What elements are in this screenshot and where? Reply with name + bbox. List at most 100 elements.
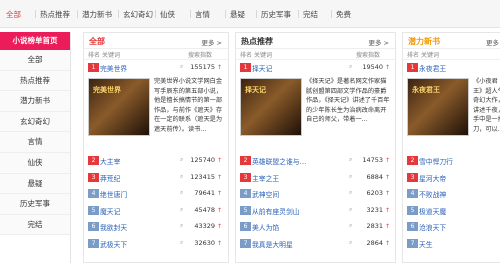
search-icon[interactable]: ⌕ [349, 206, 352, 214]
search-count: 79641 ↑ [188, 189, 222, 197]
sidebar-item[interactable]: 仙侠 [0, 152, 70, 174]
sidebar-item[interactable]: 言情 [0, 132, 70, 153]
book-title-link[interactable]: 主宰之王 [252, 173, 279, 183]
more-link[interactable]: 更多 [486, 37, 499, 47]
table-row[interactable]: 2 大主宰 ⌕ 125740 ↑ [84, 154, 230, 168]
search-icon[interactable]: ⌕ [180, 239, 183, 247]
topnav-item[interactable]: 悬疑 [230, 9, 245, 20]
sidebar-item[interactable]: 完结 [0, 214, 70, 236]
search-count-value: 6203 [366, 189, 384, 197]
table-row[interactable]: 5 魔天记 ⌕ 45478 ↑ [84, 204, 230, 218]
column-label: 搜索指数 [188, 52, 213, 59]
book-cover-image[interactable]: 永夜君王 [407, 78, 469, 136]
table-row-top[interactable]: 1 完美世界 ⌕ 155175 ↑ [84, 61, 230, 75]
sidebar-item[interactable]: 潜力新书 [0, 91, 70, 112]
table-row[interactable]: 2 雪中悍刀行 [403, 154, 500, 168]
search-icon[interactable]: ⌕ [180, 189, 183, 197]
book-title-link[interactable]: 天生 [419, 239, 433, 249]
table-row[interactable]: 7 武极天下 ⌕ 32630 ↑ [84, 237, 230, 251]
search-icon[interactable]: ⌕ [180, 173, 183, 181]
search-icon[interactable]: ⌕ [349, 63, 352, 71]
book-title-link[interactable]: 英雄联盟之谁与… [252, 156, 306, 166]
sidebar-item[interactable]: 热点推荐 [0, 70, 70, 92]
column-label: 搜索指数 [356, 52, 381, 59]
book-title-link[interactable]: 择天记 [252, 63, 272, 73]
rank-badge: 7 [88, 238, 99, 248]
cover-title: 完美世界 [93, 86, 121, 94]
book-title-link[interactable]: 莽荒纪 [100, 173, 120, 183]
book-title-link[interactable]: 雪中悍刀行 [419, 156, 453, 166]
rank-badge: 6 [407, 222, 418, 231]
topnav-item[interactable]: 免费 [336, 9, 351, 20]
rank-badge: 3 [407, 172, 418, 182]
search-count: 3231 ↑ [356, 206, 390, 214]
sidebar-item[interactable]: 全部 [0, 50, 70, 71]
book-title-link[interactable]: 魔天记 [100, 206, 120, 216]
search-icon[interactable]: ⌕ [180, 63, 183, 71]
sidebar-item[interactable]: 历史军事 [0, 194, 70, 215]
table-row[interactable]: 7 天生 [403, 237, 500, 251]
trend-up-icon: ↑ [215, 190, 222, 197]
search-count: 32630 ↑ [188, 239, 222, 247]
table-row[interactable]: 5 极道天魔 [403, 204, 500, 218]
search-count-value: 43329 [194, 222, 216, 230]
book-title-link[interactable]: 美人为馅 [252, 222, 279, 232]
table-row[interactable]: 6 沧浪天下 [403, 220, 500, 234]
sidebar-item[interactable]: 悬疑 [0, 173, 70, 195]
table-row[interactable]: 4 武神空间 ⌕ 6203 ↑ [236, 187, 397, 201]
search-icon[interactable]: ⌕ [180, 222, 183, 230]
book-title-link[interactable]: 完美世界 [100, 63, 127, 73]
table-row[interactable]: 5 从前有座灵剑山 ⌕ 3231 ↑ [236, 204, 397, 218]
topnav-item[interactable]: 言情 [195, 9, 210, 20]
trend-up-icon: ↑ [383, 64, 390, 71]
table-row-top[interactable]: 1 择天记 ⌕ 19540 ↑ [236, 61, 397, 75]
more-link[interactable]: 更多 > [201, 37, 222, 47]
column-header: 排名 关键词 搜索指数 [84, 49, 228, 60]
search-icon[interactable]: ⌕ [180, 156, 183, 164]
cover-title: 永夜君王 [412, 86, 440, 94]
topnav-item[interactable]: 潜力新书 [82, 9, 112, 20]
book-title-link[interactable]: 星河大帝 [419, 173, 446, 183]
book-title-link[interactable]: 沧浪天下 [419, 222, 446, 232]
table-row-top[interactable]: 1 永夜君王 [403, 61, 500, 75]
search-icon[interactable]: ⌕ [349, 239, 352, 247]
sidebar-item[interactable]: 玄幻奇幻 [0, 111, 70, 133]
topnav-item[interactable]: 玄幻奇幻 [123, 9, 153, 20]
table-row[interactable]: 4 绝世唐门 ⌕ 79641 ↑ [84, 187, 230, 201]
book-cover-image[interactable]: 完美世界 [88, 78, 150, 136]
rank-badge: 6 [240, 222, 251, 231]
search-icon[interactable]: ⌕ [349, 156, 352, 164]
search-count: 2831 ↑ [356, 222, 390, 230]
table-row[interactable]: 3 星河大帝 [403, 171, 500, 185]
table-row[interactable]: 4 不败战神 [403, 187, 500, 201]
book-title-link[interactable]: 大主宰 [100, 156, 120, 166]
search-icon[interactable]: ⌕ [349, 189, 352, 197]
more-link[interactable]: 更多 > [368, 37, 389, 47]
book-title-link[interactable]: 永夜君王 [419, 63, 446, 73]
topnav-item[interactable]: 全部 [6, 9, 21, 20]
book-cover-image[interactable]: 择天记 [240, 78, 302, 136]
search-icon[interactable]: ⌕ [349, 173, 352, 181]
table-row[interactable]: 6 美人为馅 ⌕ 2831 ↑ [236, 220, 397, 234]
book-title-link[interactable]: 绝世唐门 [100, 189, 127, 199]
table-row[interactable]: 3 主宰之王 ⌕ 6884 ↑ [236, 171, 397, 185]
book-title-link[interactable]: 从前有座灵剑山 [252, 206, 300, 216]
table-row[interactable]: 6 我欲封天 ⌕ 43329 ↑ [84, 220, 230, 234]
book-title-link[interactable]: 极道天魔 [419, 206, 446, 216]
table-row[interactable]: 2 英雄联盟之谁与… ⌕ 14753 ↑ [236, 154, 397, 168]
topnav-item[interactable]: 仙侠 [160, 9, 175, 20]
book-description: 《择天记》是著名网文作家猫腻创盟第四部文学作品的豪爵作品，《择天记》讲述了千百年… [306, 78, 390, 124]
book-title-link[interactable]: 武极天下 [100, 239, 127, 249]
table-row[interactable]: 7 我真是大明星 ⌕ 2864 ↑ [236, 237, 397, 251]
book-title-link[interactable]: 我真是大明星 [252, 239, 293, 249]
topnav-item[interactable]: 热点推荐 [40, 9, 70, 20]
search-icon[interactable]: ⌕ [349, 222, 352, 230]
book-title-link[interactable]: 我欲封天 [100, 222, 127, 232]
search-icon[interactable]: ⌕ [180, 206, 183, 214]
book-title-link[interactable]: 武神空间 [252, 189, 279, 199]
topnav-item[interactable]: 历史军事 [261, 9, 291, 20]
search-count: 6203 ↑ [356, 189, 390, 197]
topnav-item[interactable]: 完结 [303, 9, 318, 20]
table-row[interactable]: 3 莽荒纪 ⌕ 123415 ↑ [84, 171, 230, 185]
book-title-link[interactable]: 不败战神 [419, 189, 446, 199]
